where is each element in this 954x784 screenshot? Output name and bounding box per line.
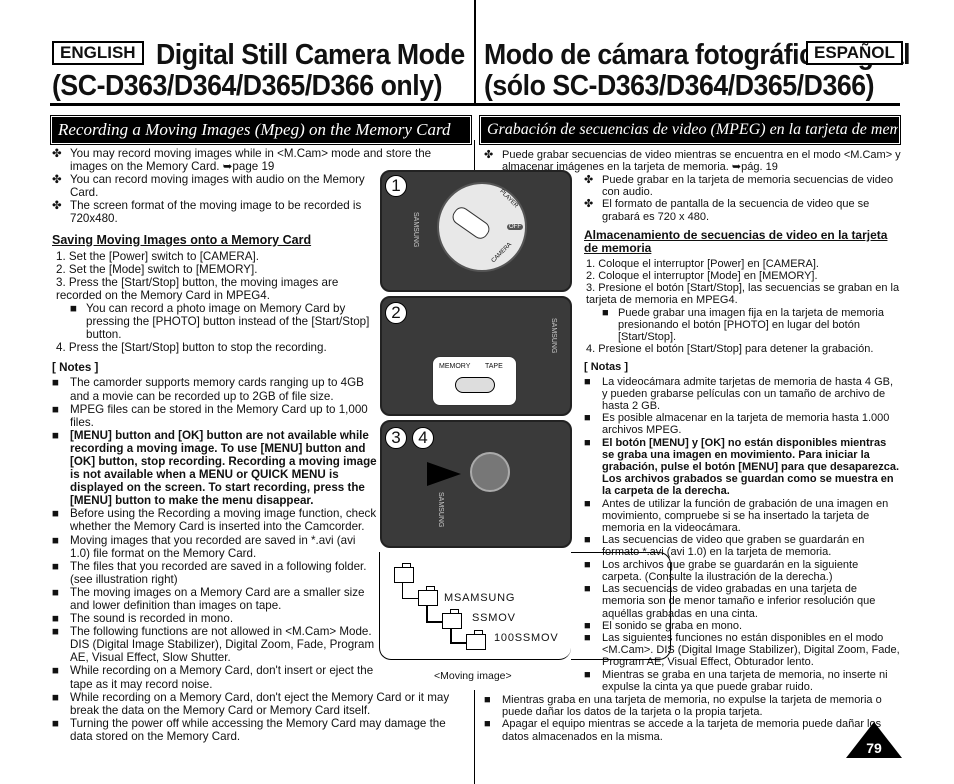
note-item: ■ The moving images on a Memory Card are … xyxy=(52,585,365,612)
spanish-column-bottom: ■ Mientras graba en una tarjeta de memori… xyxy=(484,694,904,743)
note-item: ■ Mientras se graba en una tarjeta de mem… xyxy=(584,668,888,693)
step: 1. Coloque el interruptor [Power] en [CA… xyxy=(586,257,819,270)
note-item: ■ [MENU] button and [OK] button are not a… xyxy=(52,428,377,508)
square-bullet-icon: ■ xyxy=(52,625,60,639)
step-note: ■ Puede grabar una imagen fija en la tarj… xyxy=(602,306,884,344)
step: 3. Presione el botón [Start/Stop], las s… xyxy=(586,282,900,307)
note-item: ■ Turning the power off while accessing t… xyxy=(52,716,446,743)
note-item: ■ La videocámara admite tarjetas de memor… xyxy=(584,375,894,413)
subheading: Saving Moving Images onto a Memory Card xyxy=(52,232,312,247)
square-bullet-icon: ■ xyxy=(584,375,591,388)
subheading: Almacenamiento de secuencias de video en… xyxy=(584,227,888,255)
folder-name: MSAMSUNG xyxy=(444,592,516,604)
column-divider-top xyxy=(474,0,476,103)
square-bullet-icon: ■ xyxy=(484,694,491,706)
bullet-icon: ✤ xyxy=(52,173,62,187)
mode-switch: MEMORY TAPE xyxy=(432,356,517,406)
step: 4. Presione el botón [Start/Stop] para d… xyxy=(586,343,874,356)
language-label-english: ENGLISH xyxy=(52,41,144,65)
folder-icon xyxy=(418,586,438,606)
note-item: ■ Antes de utilizar la función de grabaci… xyxy=(584,497,889,535)
note-item: ■ Before using the Recording a moving ima… xyxy=(52,507,377,534)
bullet-icon: ✤ xyxy=(52,199,62,213)
square-bullet-icon: ■ xyxy=(52,507,60,521)
square-bullet-icon: ■ xyxy=(70,301,78,315)
square-bullet-icon: ■ xyxy=(52,664,60,678)
folder-icon xyxy=(442,609,462,629)
section-heading-en: Recording a Moving Images (Mpeg) on the … xyxy=(50,115,472,145)
page-number: 79 xyxy=(866,740,882,756)
camcorder-start-stop-illustration: SAMSUNG xyxy=(380,420,572,548)
square-bullet-icon: ■ xyxy=(52,533,60,547)
intro-item: ✤ The screen format of the moving image t… xyxy=(52,199,362,226)
square-bullet-icon: ■ xyxy=(52,612,60,626)
note-item: ■ While recording on a Memory Card, don't… xyxy=(52,664,374,691)
header-rule xyxy=(50,103,900,106)
square-bullet-icon: ■ xyxy=(52,376,60,390)
step-number-1: 1 xyxy=(385,175,407,197)
folder-diagram: MSAMSUNG SSMOV 100SSMOV xyxy=(379,552,671,660)
step-number-3: 3 xyxy=(385,427,407,449)
square-bullet-icon: ■ xyxy=(484,718,491,731)
bullet-icon: ✤ xyxy=(584,174,594,186)
power-dial: PLAYER OFF CAMERA xyxy=(437,182,527,272)
square-bullet-icon: ■ xyxy=(584,534,591,547)
note-item: ■ The sound is recorded in mono. xyxy=(52,612,234,626)
column-divider-bottom xyxy=(474,690,475,784)
note-item: ■ El botón [MENU] y [OK] no están disponi… xyxy=(584,436,900,498)
camcorder-mode-switch-illustration: MEMORY TAPE SAMSUNG xyxy=(380,296,572,416)
english-column: ✤ You may record moving images while in <… xyxy=(52,147,449,743)
step: 2. Coloque el interruptor [Mode] en [MEM… xyxy=(586,270,818,283)
section-heading-es: Grabación de secuencias de video (MPEG) … xyxy=(479,115,901,145)
note-item: ■ Apagar el equipo mientras se accede a l… xyxy=(484,718,882,743)
notes-title: [ Notas ] xyxy=(584,361,628,374)
square-bullet-icon: ■ xyxy=(584,668,591,681)
square-bullet-icon: ■ xyxy=(584,436,591,449)
square-bullet-icon: ■ xyxy=(52,402,60,416)
folder-name: 100SSMOV xyxy=(494,632,559,644)
step: 2. Set the [Mode] switch to [MEMORY]. xyxy=(56,262,258,276)
intro-item: ✤ Puede grabar en la tarjeta de memoria s… xyxy=(584,174,894,199)
square-bullet-icon: ■ xyxy=(52,428,60,442)
note-item: ■ The following functions are not allowed… xyxy=(52,625,375,665)
language-label-spanish: ESPAÑOL xyxy=(806,41,903,65)
square-bullet-icon: ■ xyxy=(52,559,60,573)
square-bullet-icon: ■ xyxy=(52,716,60,730)
note-item: ■ Es posible almacenar en la tarjeta de m… xyxy=(584,412,890,437)
square-bullet-icon: ■ xyxy=(52,690,60,704)
square-bullet-icon: ■ xyxy=(584,412,591,425)
square-bullet-icon: ■ xyxy=(52,585,60,599)
intro-item: ✤ You can record moving images with audio… xyxy=(52,173,365,200)
note-item: ■ The camorder supports memory cards rang… xyxy=(52,376,364,403)
notes-title: [ Notes ] xyxy=(52,361,99,375)
step-number-2: 2 xyxy=(385,302,407,324)
step: 3. Press the [Start/Stop] button, the mo… xyxy=(56,275,339,302)
camcorder-power-switch-illustration: PLAYER OFF CAMERA SAMSUNG xyxy=(380,170,572,292)
page-title-en-line2: (SC-D363/D364/D365/D366 only) xyxy=(52,70,443,102)
step: 4. Press the [Start/Stop] button to stop… xyxy=(56,341,327,355)
note-item: ■ Mientras graba en una tarjeta de memori… xyxy=(484,694,882,719)
note-item: ■ The files that you recorded are saved i… xyxy=(52,559,367,586)
page-title-en-line1: Digital Still Camera Mode xyxy=(156,39,465,71)
step-note: ■ You can record a photo image on Memory … xyxy=(70,301,370,342)
folder-icon xyxy=(466,630,486,650)
note-item: ■ While recording on a Memory Card, don't… xyxy=(52,690,450,717)
folder-name: SSMOV xyxy=(472,612,516,624)
bullet-icon: ✤ xyxy=(484,149,494,161)
note-item: ■ Moving images that you recorded are sav… xyxy=(52,533,356,560)
column-divider xyxy=(474,140,475,170)
figure-caption: <Moving image> xyxy=(434,670,512,682)
square-bullet-icon: ■ xyxy=(584,497,591,510)
pointer-arrow-icon xyxy=(427,462,461,486)
step: 1. Set the [Power] switch to [CAMERA]. xyxy=(56,249,259,263)
square-bullet-icon: ■ xyxy=(602,306,609,319)
bullet-icon: ✤ xyxy=(584,198,594,211)
note-item: ■ MPEG files can be stored in the Memory … xyxy=(52,402,368,429)
page-title-es-line2: (sólo SC-D363/D364/D365/D366) xyxy=(484,70,875,102)
bullet-icon: ✤ xyxy=(52,147,62,160)
step-number-4: 4 xyxy=(412,427,434,449)
folder-icon xyxy=(394,563,414,583)
intro-item: ✤ El formato de pantalla de la secuencia … xyxy=(584,198,870,223)
